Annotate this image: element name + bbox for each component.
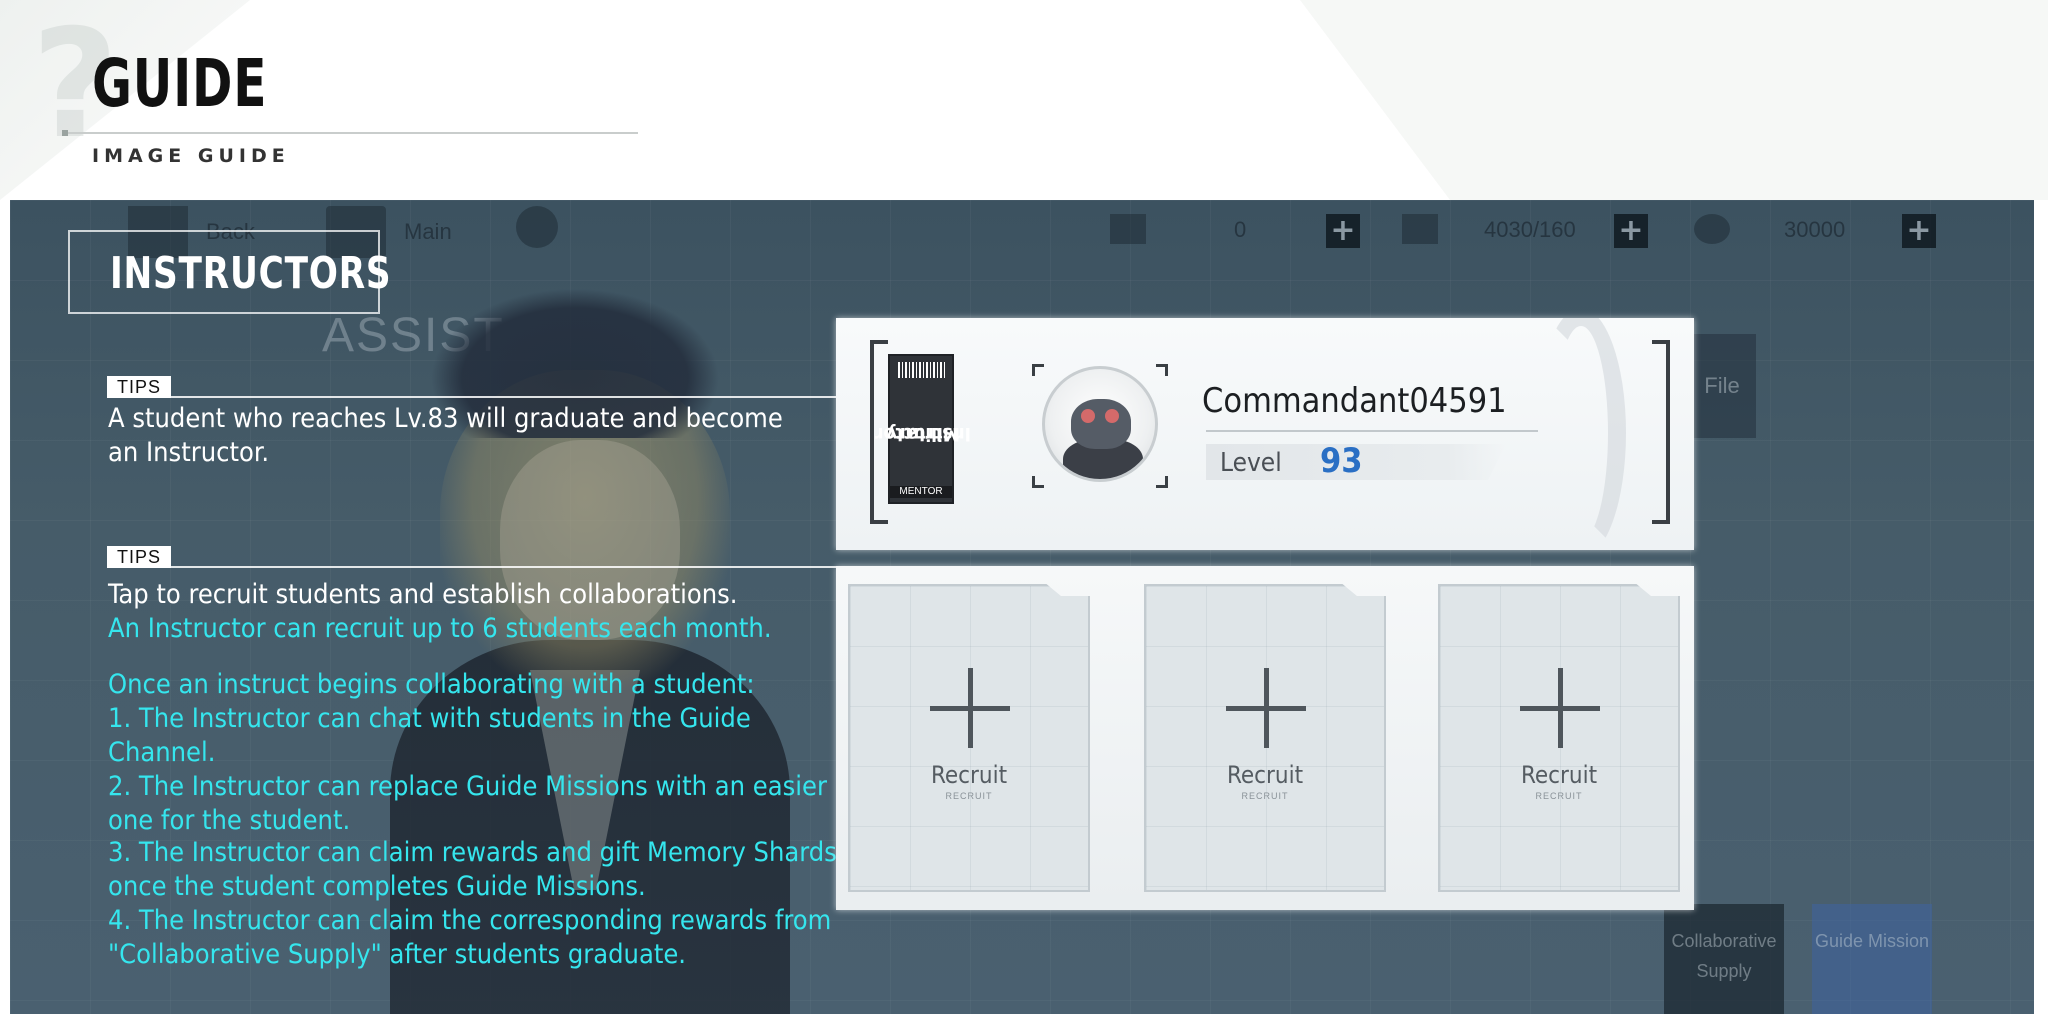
tip-text: an Instructor. [108,437,270,468]
alert-icon [516,206,558,248]
level-label: Level [1220,448,1282,478]
title-divider-dot [62,130,68,136]
recruit-label: Recruit [1226,761,1304,789]
currency-value: 4030/160 [1484,217,1576,242]
tips-badge: TIPS [107,546,171,568]
frame-corner [1032,364,1044,376]
tip-text: A student who reaches Lv.83 will graduat… [108,403,783,434]
currency-icon [1402,214,1438,244]
recruit-label: Recruit [1520,761,1598,789]
card-decoration [1536,318,1626,550]
recruit-sublabel: RECRUIT [1535,791,1583,801]
plus-icon: + [1326,214,1360,248]
level-value: 93 [1320,441,1363,481]
frame-corner [1156,476,1168,488]
username: Commandant04591 [1202,381,1507,421]
recruit-sublabel: RECRUIT [945,791,993,801]
recruit-slot[interactable]: Recruit RECRUIT [1144,584,1386,892]
page-subtitle: IMAGE GUIDE [92,145,290,167]
recruit-sublabel: RECRUIT [1241,791,1289,801]
tips-badge: TIPS [107,376,171,398]
section-title: INSTRUCTORS [110,248,392,299]
avatar-frame[interactable] [1032,364,1168,488]
tip-text: 1. The Instructor can chat with students… [108,703,751,734]
avatar-icon[interactable] [1042,366,1158,482]
tip-text: An Instructor can recruit up to 6 studen… [108,613,772,644]
plus-icon [1226,668,1306,748]
plus-icon: + [1902,214,1936,248]
title-divider [64,132,638,134]
tip-text: Once an instruct begins collaborating wi… [108,669,755,700]
recruit-label: Recruit [930,761,1008,789]
page-title: GUIDE [92,45,268,122]
instructor-profile-card: Military Instructor MENTOR Commandant0459… [836,318,1694,550]
currency-value: 30000 [1784,217,1846,242]
background-guide-mission-button: Guide Mission [1812,904,1932,1014]
plus-icon [1520,668,1600,748]
tip-text: once the student completes Guide Mission… [108,871,646,902]
tip-text: "Collaborative Supply" after students gr… [108,939,687,970]
tip-text: Channel. [108,737,216,768]
role-label: Military Instructor [875,386,971,482]
plus-icon [930,668,1010,748]
plus-icon: + [1614,214,1648,248]
role-tag: MENTOR [890,486,952,498]
tip-text: 2. The Instructor can replace Guide Miss… [108,771,827,802]
frame-corner [1032,476,1044,488]
avatar-eye [1081,409,1095,423]
username-divider [1206,430,1538,432]
avatar-eye [1105,409,1119,423]
barcode-icon [898,362,946,378]
tip-text: 4. The Instructor can claim the correspo… [108,905,832,936]
recruit-panel: Recruit RECRUIT Recruit RECRUIT Recruit … [836,566,1694,910]
background-file-button: File [1688,334,1756,438]
recruit-slot[interactable]: Recruit RECRUIT [1438,584,1680,892]
background-collab-supply-button: Collaborative Supply [1664,904,1784,1014]
tips-divider [171,396,837,398]
role-badge: Military Instructor MENTOR [875,354,971,504]
main-label: Main [404,219,452,244]
card-bracket [1652,340,1670,524]
tip-text: Tap to recruit students and establish co… [108,579,738,610]
currency-value: 0 [1234,217,1247,242]
header-decoration [1300,0,2048,200]
guide-panel: Back Main 0 + 4030/160 + 30000 + ASSIST … [10,200,2034,1014]
tips-divider [171,566,837,568]
currency-icon [1694,214,1730,244]
tip-text: 3. The Instructor can claim rewards and … [108,837,837,868]
frame-corner [1156,364,1168,376]
recruit-slot[interactable]: Recruit RECRUIT [848,584,1090,892]
tip-text: one for the student. [108,805,351,836]
avatar-head [1071,399,1131,449]
currency-icon [1110,214,1146,244]
role-line: Instructor [875,423,971,445]
